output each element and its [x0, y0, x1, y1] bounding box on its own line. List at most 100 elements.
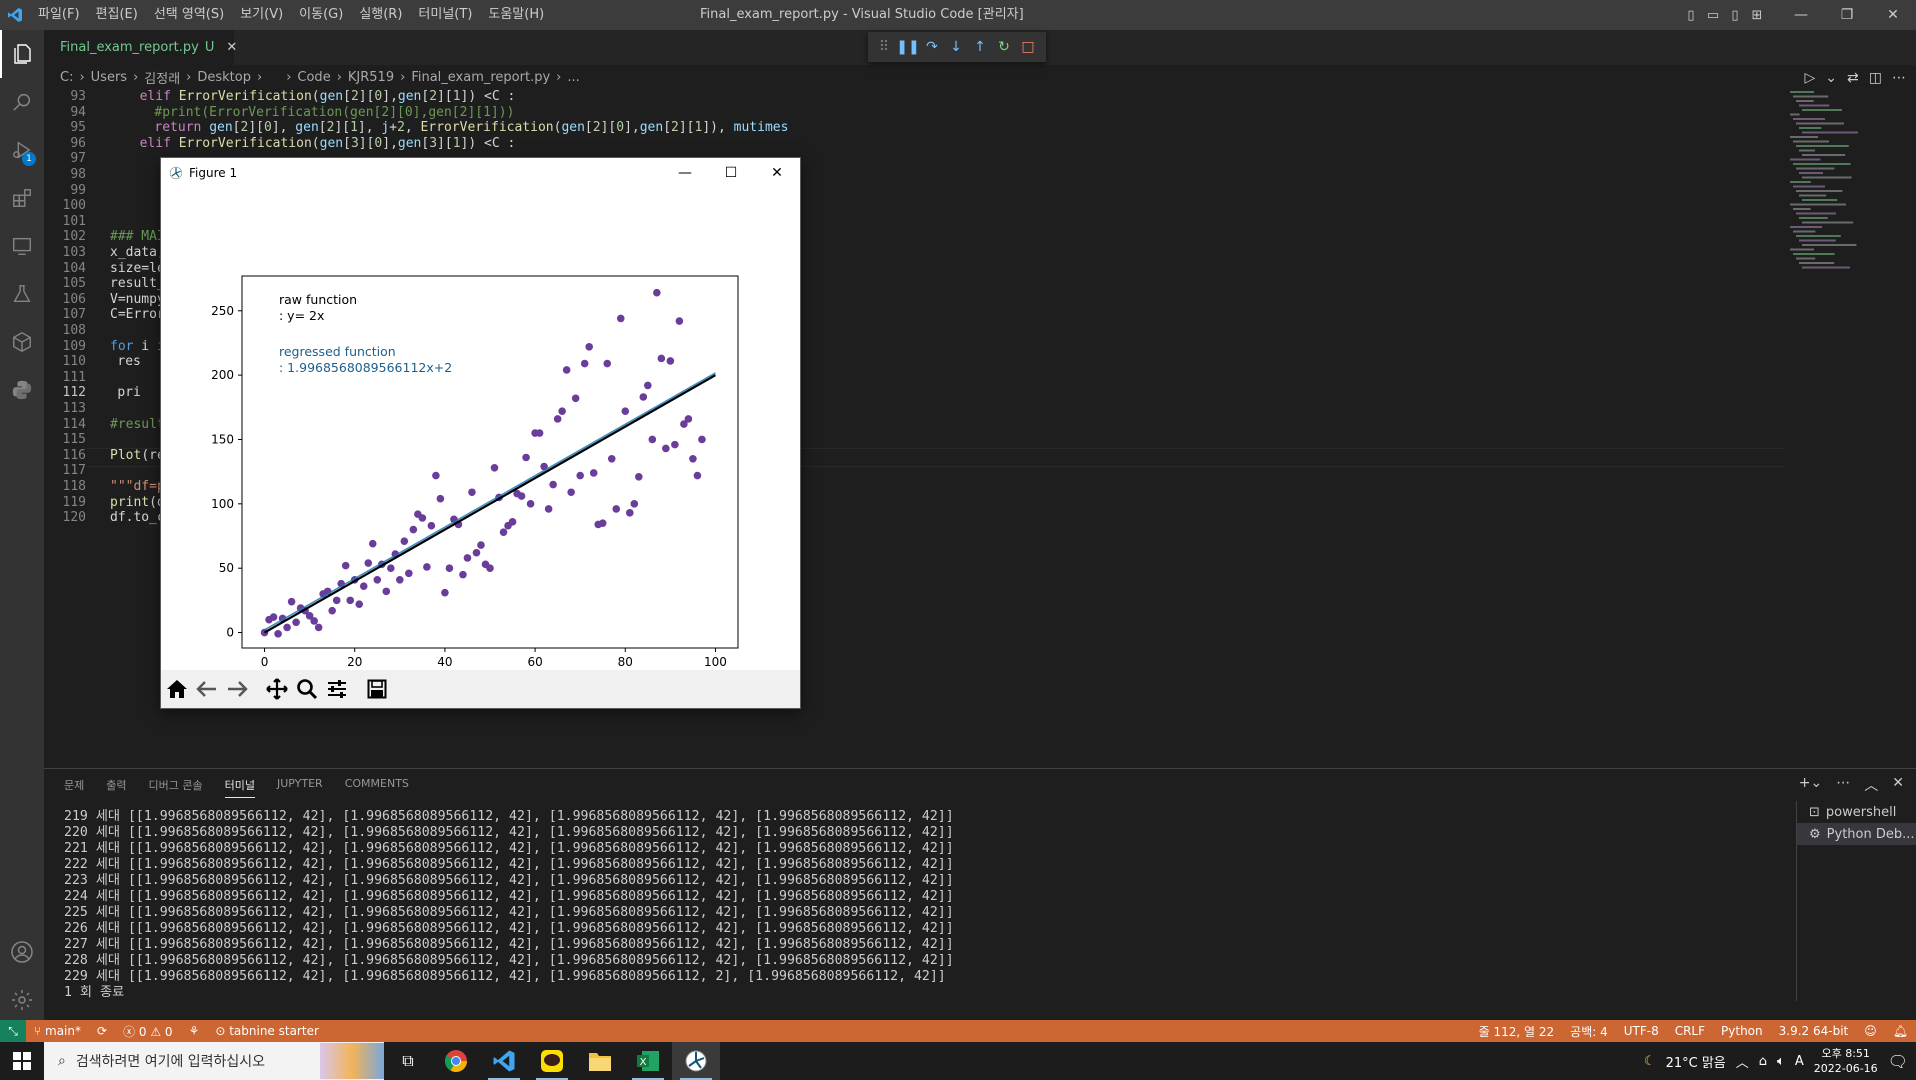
cursor-position[interactable]: 줄 112, 열 22: [1471, 1023, 1563, 1040]
show-hidden-icons-icon[interactable]: ︿: [1736, 1052, 1749, 1071]
kakaotalk-icon[interactable]: [528, 1042, 576, 1080]
feedback-icon[interactable]: ☺: [1856, 1024, 1885, 1038]
terminal-output[interactable]: 219 세대 [[1.9968568089566112, 42], [1.996…: [64, 809, 1824, 1009]
notifications-bell-icon[interactable]: 🔔︎: [1885, 1024, 1916, 1038]
toggle-sidebar-icon[interactable]: ▯: [1680, 0, 1702, 30]
problems-item[interactable]: ⓧ 0 ⚠ 0: [115, 1023, 181, 1040]
close-tab-icon[interactable]: ✕: [226, 40, 237, 55]
breadcrumb-users[interactable]: Users: [91, 70, 127, 85]
encoding[interactable]: UTF-8: [1616, 1024, 1667, 1038]
menu-run[interactable]: 실행(R): [351, 0, 410, 30]
menu-view[interactable]: 보기(V): [232, 0, 291, 30]
figure-maximize-button[interactable]: ☐: [708, 158, 754, 188]
stop-icon[interactable]: □: [1018, 36, 1038, 58]
more-actions-icon[interactable]: ⋯: [1892, 70, 1906, 86]
tab-problems[interactable]: 문제: [64, 777, 84, 798]
action-center-icon[interactable]: 🗨︎: [1888, 1052, 1908, 1071]
zoom-icon[interactable]: [293, 675, 321, 703]
customize-layout-icon[interactable]: ⊞: [1746, 0, 1768, 30]
python-icon[interactable]: [0, 366, 44, 414]
plot-canvas[interactable]: 0 20 40 60 80 100 0 50 100 150 200 250 raw function:…: [161, 188, 800, 670]
close-panel-icon[interactable]: ✕: [1892, 775, 1904, 795]
run-python-file-icon[interactable]: ▷: [1805, 70, 1816, 86]
end-of-line[interactable]: CRLF: [1667, 1024, 1713, 1038]
menu-terminal[interactable]: 터미널(T): [410, 0, 480, 30]
explorer-icon[interactable]: [0, 30, 44, 78]
windows-start-icon[interactable]: [0, 1042, 44, 1080]
minimap[interactable]: [1786, 87, 1901, 767]
run-debug-icon[interactable]: 1: [0, 126, 44, 174]
home-icon[interactable]: [163, 675, 191, 703]
figure-close-button[interactable]: ✕: [754, 158, 800, 188]
toggle-secondary-sidebar-icon[interactable]: ▯: [1724, 0, 1746, 30]
tab-output[interactable]: 출력: [106, 777, 126, 798]
pause-icon[interactable]: ❚❚: [896, 36, 919, 58]
task-view-icon[interactable]: ⧉: [384, 1042, 432, 1080]
breadcrumb-file[interactable]: Final_exam_report.py: [411, 70, 550, 85]
breadcrumb-more[interactable]: ...: [567, 70, 579, 85]
weather[interactable]: 21°C 맑음: [1666, 1052, 1726, 1071]
step-over-icon[interactable]: ↷: [922, 36, 942, 58]
breadcrumb-drive[interactable]: C:: [60, 70, 73, 85]
breadcrumb-desktop[interactable]: Desktop: [197, 70, 251, 85]
breadcrumb-kjr519[interactable]: KJR519: [348, 70, 394, 85]
tab-jupyter[interactable]: JUPYTER: [277, 777, 323, 798]
more-icon[interactable]: ⋯: [1836, 775, 1850, 795]
remote-indicator-icon[interactable]: ⤡: [0, 1020, 26, 1042]
breadcrumb-user[interactable]: 김정래: [144, 68, 180, 87]
ime-indicator[interactable]: A: [1795, 1054, 1804, 1069]
matplotlib-figure-taskbar-icon[interactable]: [672, 1042, 720, 1080]
remote-explorer-icon[interactable]: [0, 222, 44, 270]
run-dropdown-icon[interactable]: ⌄: [1825, 70, 1837, 86]
tab-terminal[interactable]: 터미널: [224, 777, 255, 798]
tab-final-exam-report[interactable]: Final_exam_report.py U ✕: [44, 30, 237, 65]
forward-icon[interactable]: [223, 675, 251, 703]
maximize-panel-icon[interactable]: ︿: [1864, 775, 1878, 795]
branch-item[interactable]: ⑂ main*: [26, 1024, 89, 1038]
taskbar-search[interactable]: ⌕ 검색하려면 여기에 입력하십시오: [44, 1042, 384, 1080]
drag-handle-icon[interactable]: ⠿: [874, 36, 894, 58]
save-icon[interactable]: [363, 675, 391, 703]
configure-subplots-icon[interactable]: [323, 675, 351, 703]
volume-icon[interactable]: 🔈︎: [1777, 1054, 1785, 1069]
extensions-icon[interactable]: [0, 174, 44, 222]
breadcrumb-code[interactable]: Code: [297, 70, 330, 85]
clock[interactable]: 오후 8:51 2022-06-16: [1814, 1046, 1878, 1076]
network-icon[interactable]: ⌂: [1759, 1054, 1767, 1069]
menu-go[interactable]: 이동(G): [291, 0, 351, 30]
terminal-powershell[interactable]: ⊡ powershell: [1797, 801, 1916, 823]
menu-selection[interactable]: 선택 영역(S): [146, 0, 232, 30]
testing-icon[interactable]: [0, 270, 44, 318]
file-explorer-icon[interactable]: [576, 1042, 624, 1080]
back-icon[interactable]: [193, 675, 221, 703]
jupyter-icon[interactable]: [0, 318, 44, 366]
settings-gear-icon[interactable]: [0, 976, 44, 1024]
chrome-icon[interactable]: [432, 1042, 480, 1080]
menu-file[interactable]: 파일(F): [30, 0, 88, 30]
step-into-icon[interactable]: ↓: [946, 36, 966, 58]
figure-minimize-button[interactable]: —: [662, 158, 708, 188]
terminal-python-debug[interactable]: ⚙ Python Deb...: [1797, 823, 1916, 845]
debug-launch-icon[interactable]: ⚘: [181, 1024, 208, 1038]
pan-icon[interactable]: [263, 675, 291, 703]
new-terminal-icon[interactable]: +⌄: [1799, 775, 1822, 795]
restore-window-button[interactable]: ❐: [1824, 0, 1870, 30]
tabnine-item[interactable]: ⊙ tabnine starter: [207, 1024, 327, 1038]
indentation[interactable]: 공백: 4: [1562, 1023, 1616, 1040]
tab-debug-console[interactable]: 디버그 콘솔: [149, 777, 203, 798]
tab-comments[interactable]: COMMENTS: [345, 777, 409, 798]
sync-icon[interactable]: ⟳: [89, 1024, 115, 1038]
python-interpreter[interactable]: 3.9.2 64-bit: [1771, 1024, 1857, 1038]
split-editor-icon[interactable]: ◫: [1869, 70, 1882, 86]
menu-help[interactable]: 도움말(H): [480, 0, 552, 30]
vscode-taskbar-icon[interactable]: [480, 1042, 528, 1080]
accounts-icon[interactable]: [0, 928, 44, 976]
close-window-button[interactable]: ✕: [1870, 0, 1916, 30]
menu-edit[interactable]: 편집(E): [88, 0, 146, 30]
minimize-window-button[interactable]: —: [1778, 0, 1824, 30]
excel-icon[interactable]: X: [624, 1042, 672, 1080]
open-changes-icon[interactable]: ⇄: [1847, 70, 1859, 86]
search-icon[interactable]: [0, 78, 44, 126]
restart-icon[interactable]: ↻: [994, 36, 1014, 58]
step-out-icon[interactable]: ↑: [970, 36, 990, 58]
